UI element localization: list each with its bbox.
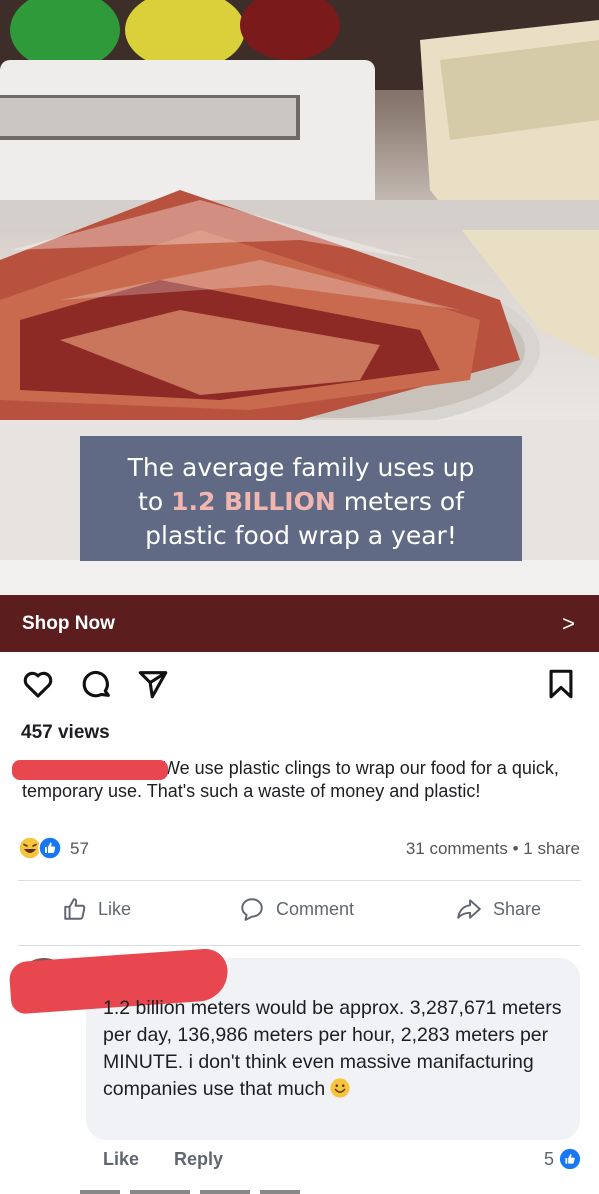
divider xyxy=(18,945,581,946)
views-count: 457 views xyxy=(21,722,110,743)
like-reaction-icon xyxy=(559,1148,581,1170)
chevron-right-icon: > xyxy=(562,610,575,636)
share-arrow-icon xyxy=(457,899,481,919)
share-label: Share xyxy=(493,898,542,919)
send-icon[interactable] xyxy=(136,667,170,701)
reactions-row[interactable]: 57 31 comments • 1 share xyxy=(0,836,599,862)
comments-share-count[interactable]: 31 comments • 1 share xyxy=(406,839,580,859)
ad-caption-highlight: 1.2 BILLION xyxy=(171,487,336,516)
smile-emoji-icon xyxy=(330,1078,350,1098)
comment-like-count[interactable]: 5 xyxy=(544,1148,581,1170)
comment-button[interactable]: Comment xyxy=(238,896,354,922)
heart-icon[interactable] xyxy=(20,667,56,701)
comment-actions: Like Reply xyxy=(103,1149,253,1170)
like-reaction-icon xyxy=(38,836,62,860)
like-thumb-icon xyxy=(64,898,86,920)
ad-caption-line2: to 1.2 BILLION meters of xyxy=(138,487,464,516)
action-bar: Like Comment Share xyxy=(0,896,599,932)
next-comment-fragment xyxy=(80,1190,300,1194)
share-button[interactable]: Share xyxy=(455,896,541,922)
comment-like-button[interactable]: Like xyxy=(103,1149,139,1169)
shop-now-label: Shop Now xyxy=(22,612,115,634)
bookmark-icon[interactable] xyxy=(544,667,578,701)
like-button[interactable]: Like xyxy=(62,896,131,922)
ad-caption-box: The average family uses up to 1.2 BILLIO… xyxy=(80,436,522,561)
ad-image[interactable]: The average family uses up to 1.2 BILLIO… xyxy=(0,0,599,595)
like-label: Like xyxy=(98,898,132,919)
comment-reply-button[interactable]: Reply xyxy=(174,1149,223,1169)
reaction-count: 57 xyxy=(70,839,89,858)
post-actions xyxy=(0,667,599,707)
comment-icon xyxy=(241,898,263,921)
divider xyxy=(18,880,581,881)
redaction-mark xyxy=(12,760,168,780)
shop-now-button[interactable]: Shop Now > xyxy=(0,595,599,652)
ad-caption-line3: plastic food wrap a year! xyxy=(145,521,457,550)
comment-bubble-icon[interactable] xyxy=(80,667,114,701)
ad-caption-line1: The average family uses up xyxy=(127,453,475,482)
comment-label: Comment xyxy=(276,898,355,919)
comment-text: 1.2 billion meters would be approx. 3,28… xyxy=(103,997,562,1100)
